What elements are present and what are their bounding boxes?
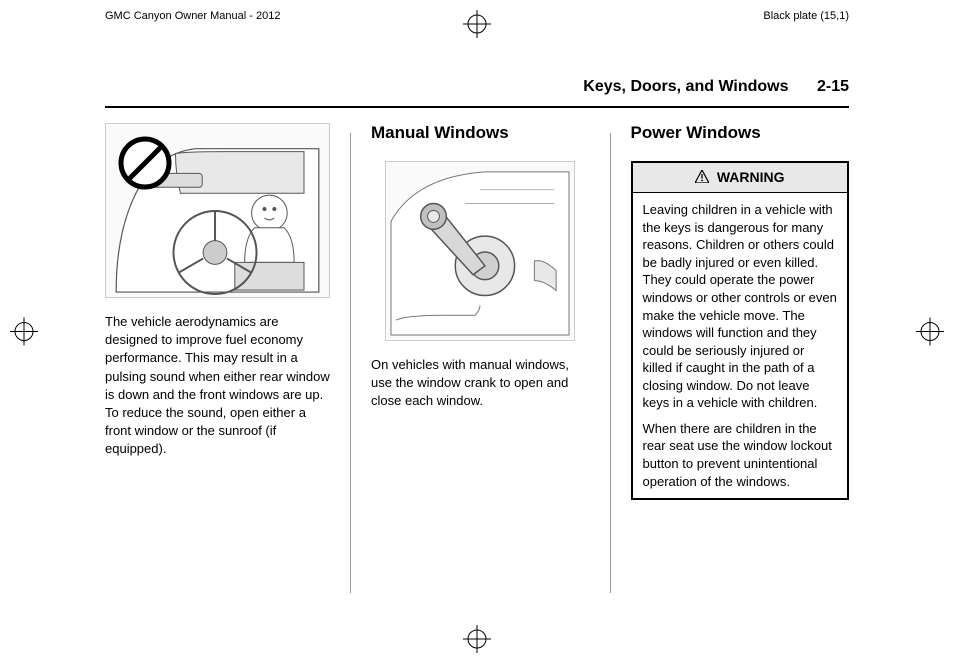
warning-header: WARNING: [633, 163, 848, 193]
registration-mark-bottom-icon: [463, 625, 491, 658]
manual-windows-heading: Manual Windows: [371, 123, 590, 143]
registration-mark-left-icon: [10, 318, 38, 351]
window-crank-illustration: [385, 161, 575, 341]
power-windows-heading: Power Windows: [631, 123, 850, 143]
manual-windows-text: On vehicles with manual windows, use the…: [371, 356, 590, 411]
prohibition-icon: [118, 136, 172, 190]
child-safety-illustration: [105, 123, 330, 298]
manual-title: GMC Canyon Owner Manual - 2012: [105, 10, 280, 22]
registration-mark-right-icon: [916, 318, 944, 351]
warning-body: Leaving children in a vehicle with the k…: [633, 193, 848, 498]
column-3: Power Windows WARNING Leaving children i…: [631, 123, 850, 593]
warning-para-2: When there are children in the rear seat…: [643, 420, 838, 490]
plate-info: Black plate (15,1): [763, 10, 849, 22]
registration-mark-top-icon: [463, 10, 491, 43]
content-columns: The vehicle aerodynamics are designed to…: [0, 108, 954, 593]
page-number: 2-15: [817, 78, 849, 95]
column-divider-1: [350, 133, 351, 593]
warning-box: WARNING Leaving children in a vehicle wi…: [631, 161, 850, 500]
warning-label: WARNING: [717, 169, 785, 185]
column-divider-2: [610, 133, 611, 593]
warning-triangle-icon: [695, 170, 709, 186]
warning-para-1: Leaving children in a vehicle with the k…: [643, 201, 838, 412]
section-title: Keys, Doors, and Windows: [583, 78, 788, 95]
column-2: Manual Windows On vehicles with manual w…: [371, 123, 590, 593]
column-1: The vehicle aerodynamics are designed to…: [105, 123, 330, 593]
aerodynamics-text: The vehicle aerodynamics are designed to…: [105, 313, 330, 459]
